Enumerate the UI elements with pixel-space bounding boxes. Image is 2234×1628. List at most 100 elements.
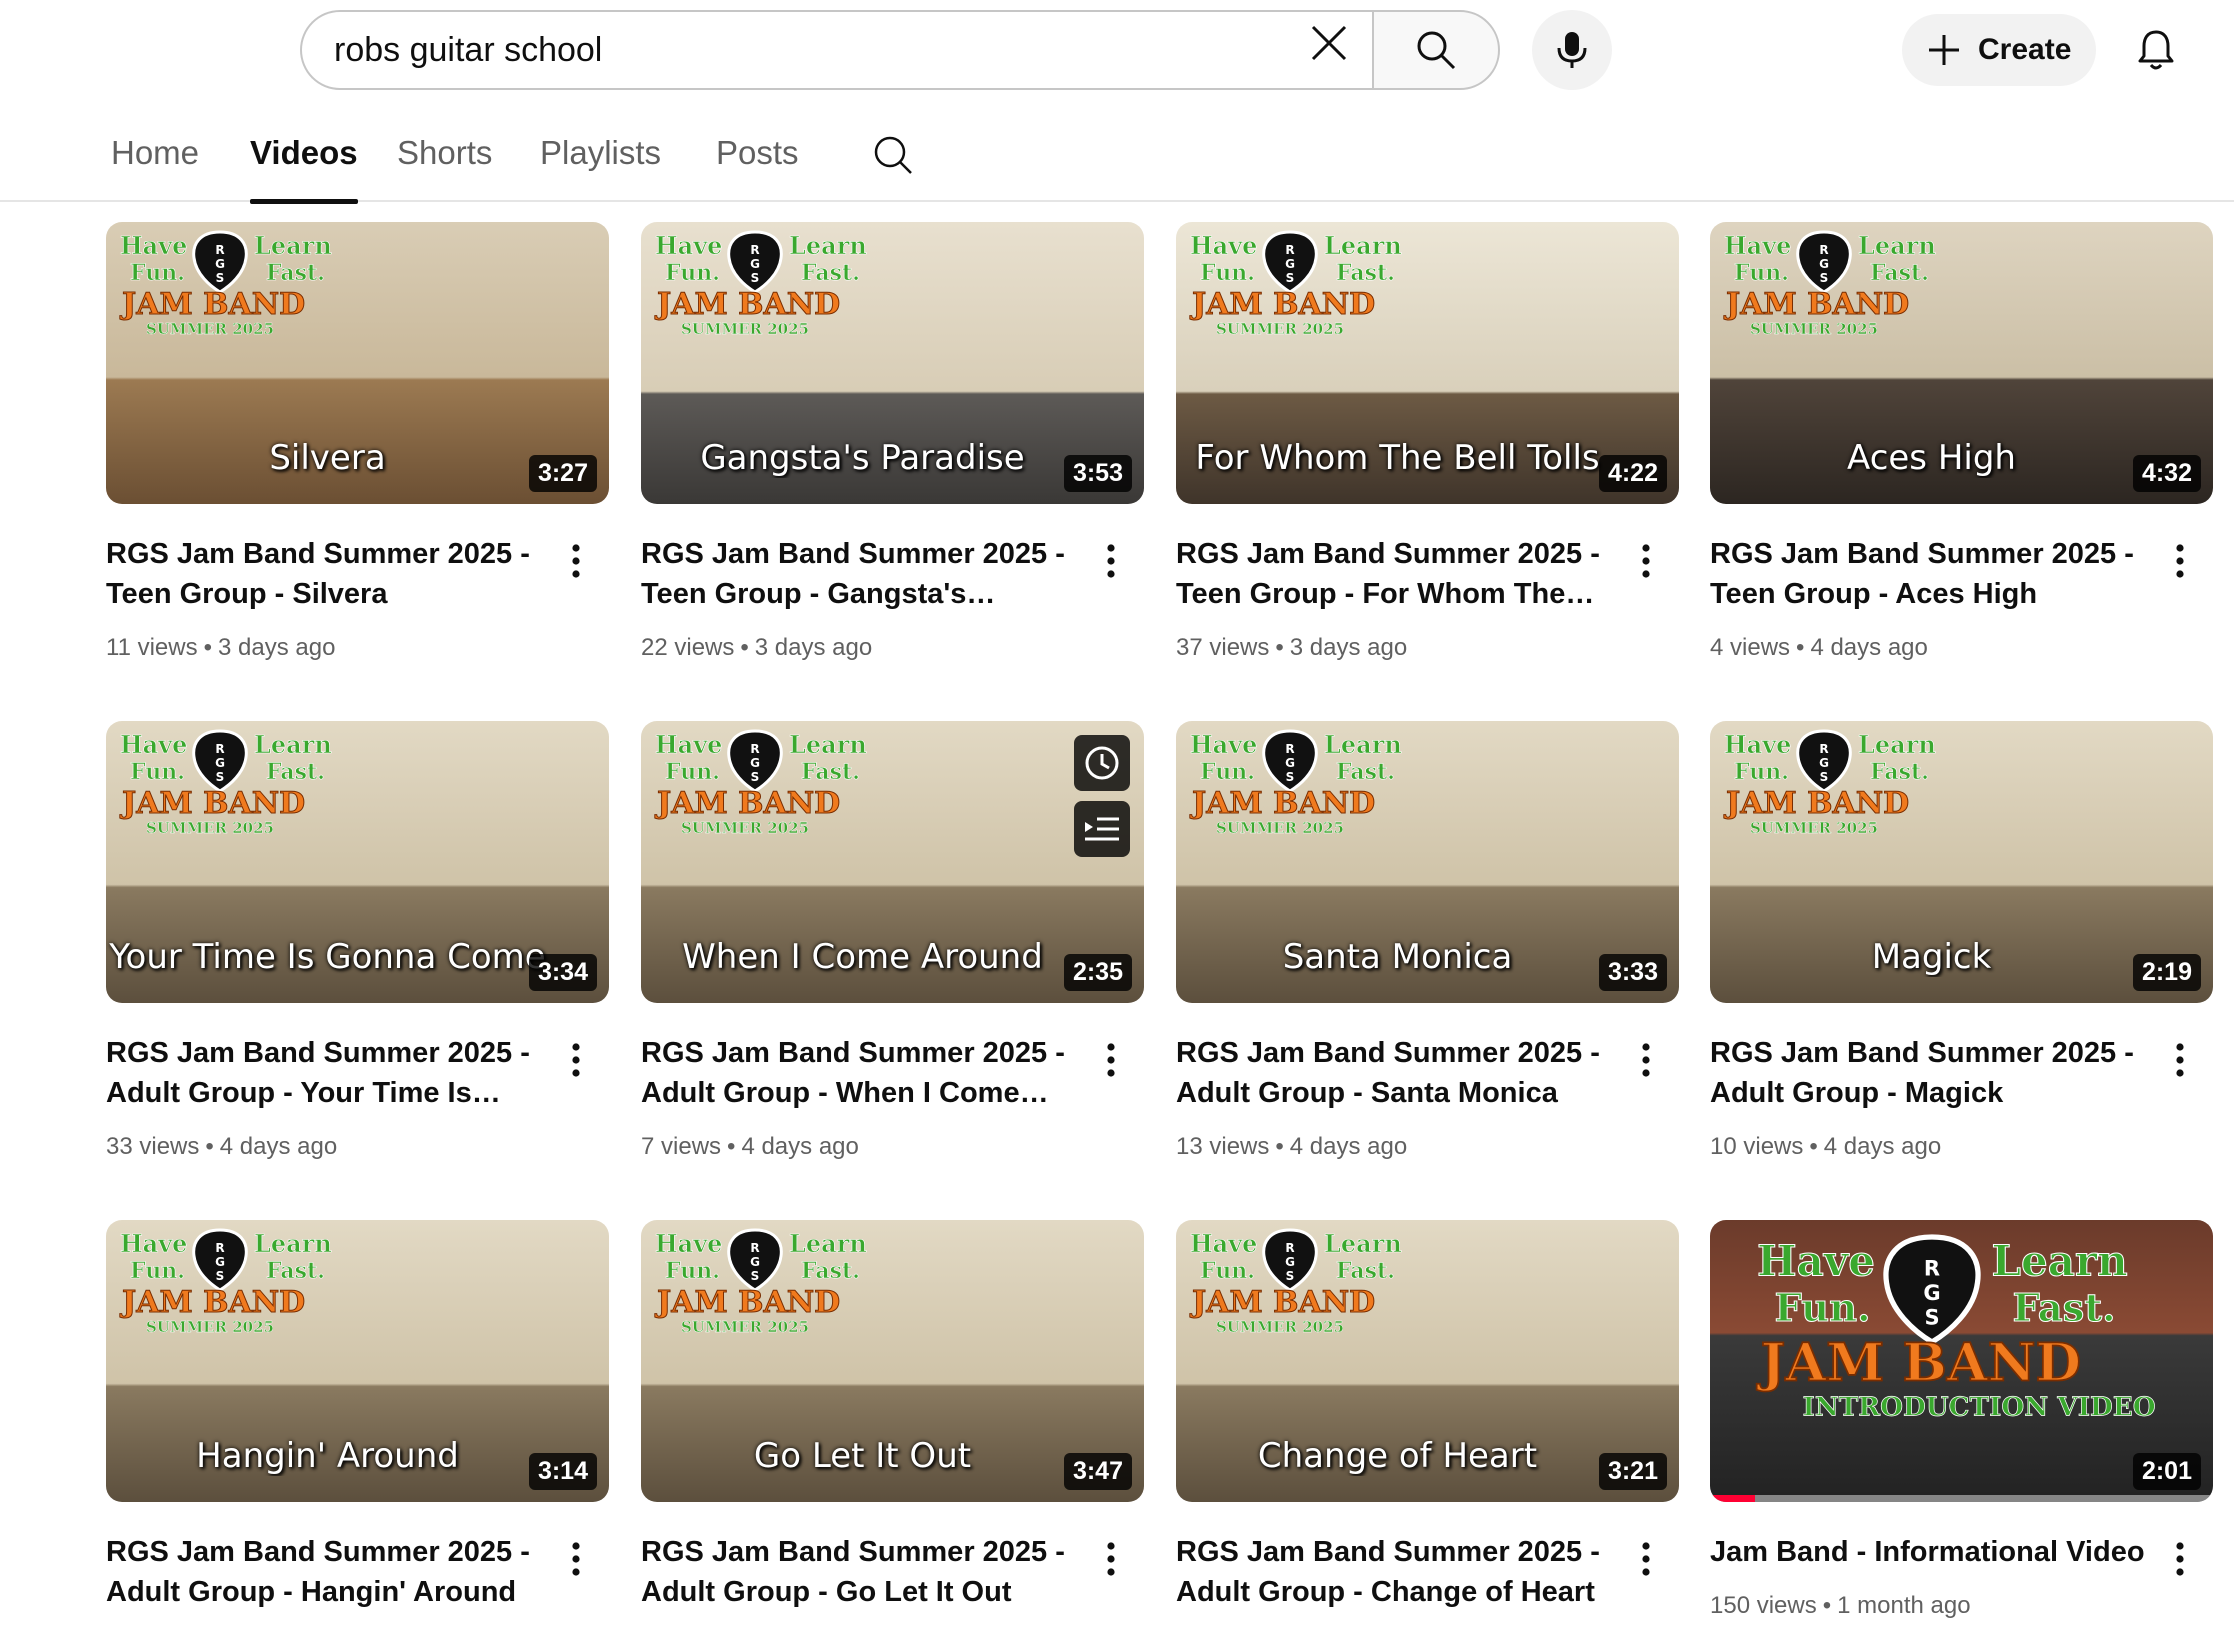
video-thumbnail[interactable]: Have Fun. R G S Learn Fast. JAM BAND SUM…: [106, 721, 609, 1003]
video-thumbnail[interactable]: Have Fun. R G S Learn Fast. JAM BAND SUM…: [641, 721, 1144, 1003]
video-title[interactable]: RGS Jam Band Summer 2025 - Adult Group -…: [1176, 1532, 1616, 1612]
duration-badge: 3:33: [1598, 954, 1667, 991]
video-thumbnail[interactable]: Have Fun. R G S Learn Fast. JAM BAND SUM…: [1176, 721, 1679, 1003]
video-thumbnail[interactable]: Have Fun. R G S Learn Fast. JAM BAND SUM…: [106, 222, 609, 504]
svg-text:Have: Have: [1724, 730, 1791, 759]
svg-text:Learn: Learn: [1324, 1229, 1402, 1258]
svg-text:R: R: [215, 243, 224, 257]
more-actions-icon[interactable]: [2160, 1534, 2200, 1584]
tab-shorts[interactable]: Shorts: [397, 134, 492, 202]
more-actions-icon[interactable]: [1091, 536, 1131, 586]
more-actions-icon[interactable]: [2160, 536, 2200, 586]
svg-text:Fast.: Fast.: [266, 759, 325, 785]
video-title[interactable]: Jam Band - Informational Video: [1710, 1532, 2150, 1572]
search-button[interactable]: [1372, 10, 1500, 90]
svg-text:Fast.: Fast.: [801, 759, 860, 785]
duration-badge: 3:53: [1063, 455, 1132, 492]
video-card-3[interactable]: Have Fun. R G S Learn Fast. JAM BAND SUM…: [1176, 222, 1679, 661]
svg-text:JAM BAND: JAM BAND: [654, 1285, 840, 1320]
video-card-10[interactable]: Have Fun. R G S Learn Fast. JAM BAND SUM…: [641, 1220, 1144, 1608]
video-thumbnail[interactable]: Have Fun. R G S Learn Fast. JAM BAND SUM…: [106, 1220, 609, 1502]
video-thumbnail[interactable]: Have Fun. R G S Learn Fast. JAM BAND INT…: [1710, 1220, 2213, 1502]
more-actions-icon[interactable]: [556, 536, 596, 586]
svg-text:SUMMER 2025: SUMMER 2025: [146, 819, 274, 837]
video-metadata: 4 views • 4 days ago: [1710, 634, 1928, 662]
notifications-button[interactable]: [2128, 22, 2184, 78]
svg-text:R: R: [215, 742, 224, 756]
video-title[interactable]: RGS Jam Band Summer 2025 - Adult Group -…: [106, 1532, 546, 1612]
more-actions-icon[interactable]: [1626, 1534, 1666, 1584]
video-card-11[interactable]: Have Fun. R G S Learn Fast. JAM BAND SUM…: [1176, 1220, 1679, 1608]
rgs-jam-band-logo: Have Fun. R G S Learn Fast. JAM BAND SUM…: [1723, 729, 1936, 837]
svg-text:Have: Have: [655, 231, 722, 260]
video-thumbnail[interactable]: Have Fun. R G S Learn Fast. JAM BAND SUM…: [1176, 1220, 1679, 1502]
video-thumbnail[interactable]: Have Fun. R G S Learn Fast. JAM BAND SUM…: [641, 1220, 1144, 1502]
video-thumbnail[interactable]: Have Fun. R G S Learn Fast. JAM BAND SUM…: [1710, 721, 2213, 1003]
video-thumbnail[interactable]: Have Fun. R G S Learn Fast. JAM BAND SUM…: [1176, 222, 1679, 504]
meta-separator: •: [203, 634, 212, 661]
video-title[interactable]: RGS Jam Band Summer 2025 - Adult Group -…: [106, 1033, 546, 1113]
video-metadata: 22 views • 3 days ago: [641, 634, 872, 662]
svg-text:G: G: [1819, 756, 1829, 770]
svg-text:S: S: [1924, 1306, 1939, 1330]
svg-text:S: S: [1286, 770, 1295, 784]
video-title[interactable]: RGS Jam Band Summer 2025 - Adult Group -…: [641, 1033, 1081, 1113]
microphone-icon: [1557, 32, 1587, 68]
more-actions-icon[interactable]: [1626, 536, 1666, 586]
video-card-12[interactable]: Have Fun. R G S Learn Fast. JAM BAND INT…: [1710, 1220, 2213, 1619]
svg-text:G: G: [1923, 1281, 1940, 1305]
video-card-4[interactable]: Have Fun. R G S Learn Fast. JAM BAND SUM…: [1710, 222, 2213, 661]
view-count: 150 views: [1710, 1592, 1817, 1619]
video-card-9[interactable]: Have Fun. R G S Learn Fast. JAM BAND SUM…: [106, 1220, 609, 1608]
tab-home[interactable]: Home: [111, 134, 199, 202]
view-count: 37 views: [1176, 634, 1270, 661]
create-button[interactable]: Create: [1902, 14, 2096, 86]
svg-text:Fast.: Fast.: [1870, 759, 1929, 785]
more-actions-icon[interactable]: [1091, 1534, 1131, 1584]
video-thumbnail[interactable]: Have Fun. R G S Learn Fast. JAM BAND SUM…: [1710, 222, 2213, 504]
tab-posts[interactable]: Posts: [716, 134, 799, 202]
more-actions-icon[interactable]: [556, 1534, 596, 1584]
duration-badge: 2:35: [1063, 954, 1132, 991]
search-input[interactable]: [334, 12, 1294, 88]
more-actions-icon[interactable]: [1626, 1035, 1666, 1085]
video-card-2[interactable]: Have Fun. R G S Learn Fast. JAM BAND SUM…: [641, 222, 1144, 661]
more-actions-icon[interactable]: [1091, 1035, 1131, 1085]
svg-text:G: G: [750, 257, 760, 271]
svg-text:Have: Have: [1724, 231, 1791, 260]
video-card-7[interactable]: Have Fun. R G S Learn Fast. JAM BAND SUM…: [1176, 721, 1679, 1160]
video-title[interactable]: RGS Jam Band Summer 2025 - Teen Group - …: [1710, 534, 2150, 614]
create-label: Create: [1978, 33, 2072, 66]
svg-text:Learn: Learn: [789, 1229, 867, 1258]
video-card-8[interactable]: Have Fun. R G S Learn Fast. JAM BAND SUM…: [1710, 721, 2213, 1160]
video-card-5[interactable]: Have Fun. R G S Learn Fast. JAM BAND SUM…: [106, 721, 609, 1160]
channel-search-icon[interactable]: [872, 134, 914, 176]
watch-later-icon[interactable]: [1074, 735, 1130, 791]
more-actions-icon[interactable]: [556, 1035, 596, 1085]
svg-text:G: G: [215, 257, 225, 271]
video-thumbnail[interactable]: Have Fun. R G S Learn Fast. JAM BAND SUM…: [641, 222, 1144, 504]
tab-videos[interactable]: Videos: [250, 134, 358, 204]
svg-text:JAM BAND: JAM BAND: [1723, 786, 1909, 821]
video-title[interactable]: RGS Jam Band Summer 2025 - Teen Group - …: [106, 534, 546, 614]
video-title[interactable]: RGS Jam Band Summer 2025 - Adult Group -…: [1176, 1033, 1616, 1113]
svg-text:JAM BAND: JAM BAND: [1723, 287, 1909, 322]
svg-text:JAM BAND: JAM BAND: [1189, 1285, 1375, 1320]
tab-playlists[interactable]: Playlists: [540, 134, 661, 202]
voice-search-button[interactable]: [1532, 10, 1612, 90]
svg-text:R: R: [1285, 1241, 1294, 1255]
video-title[interactable]: RGS Jam Band Summer 2025 - Adult Group -…: [1710, 1033, 2150, 1113]
more-actions-icon[interactable]: [2160, 1035, 2200, 1085]
duration-badge: 4:32: [2132, 455, 2201, 492]
svg-text:S: S: [751, 770, 760, 784]
svg-text:Learn: Learn: [254, 1229, 332, 1258]
video-title[interactable]: RGS Jam Band Summer 2025 - Adult Group -…: [641, 1532, 1081, 1612]
video-card-6[interactable]: Have Fun. R G S Learn Fast. JAM BAND SUM…: [641, 721, 1144, 1160]
video-title[interactable]: RGS Jam Band Summer 2025 - Teen Group - …: [1176, 534, 1616, 614]
clear-search-icon[interactable]: [1304, 18, 1354, 68]
video-card-1[interactable]: Have Fun. R G S Learn Fast. JAM BAND SUM…: [106, 222, 609, 661]
view-count: 22 views: [641, 634, 735, 661]
add-to-queue-icon[interactable]: [1074, 801, 1130, 857]
duration-badge: 4:22: [1598, 455, 1667, 492]
video-title[interactable]: RGS Jam Band Summer 2025 - Teen Group - …: [641, 534, 1081, 614]
